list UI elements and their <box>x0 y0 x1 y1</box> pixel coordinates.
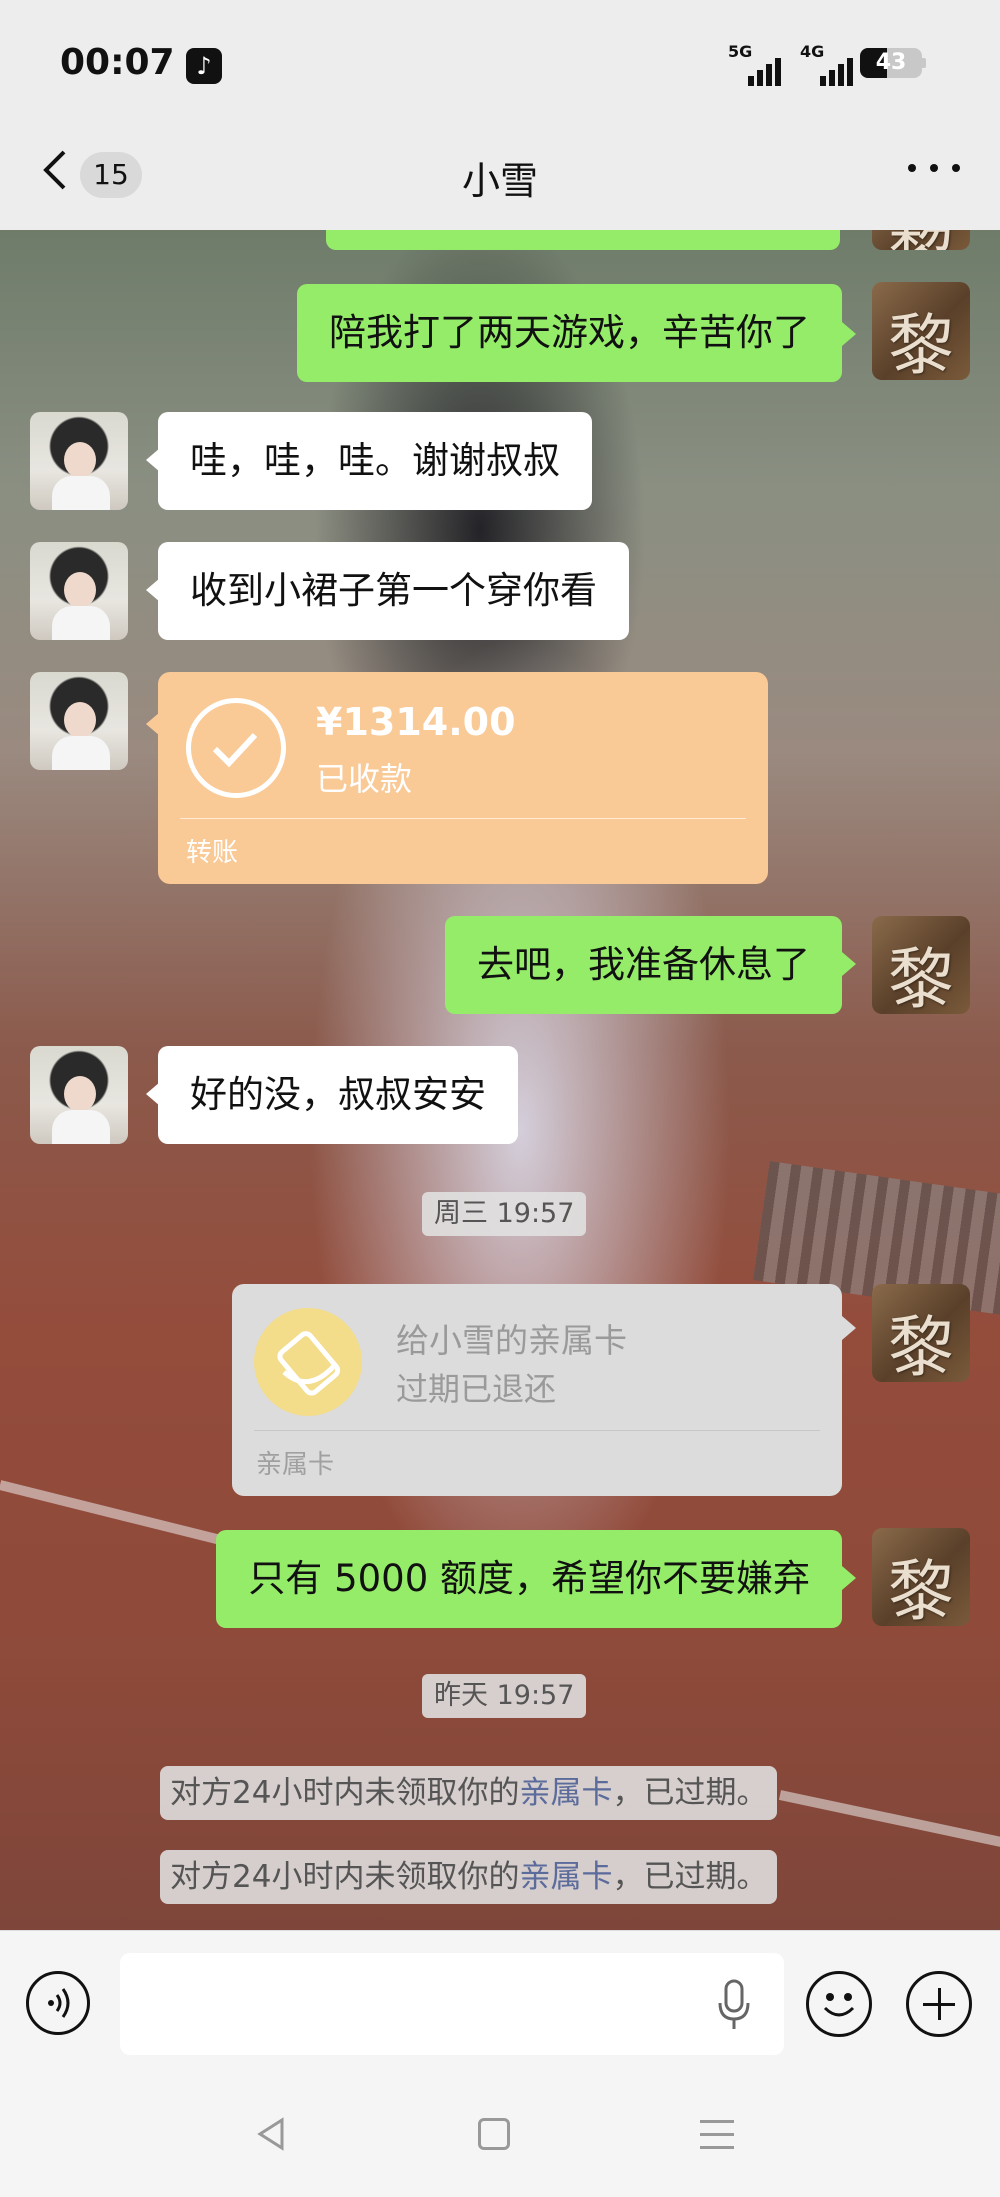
transfer-label: 转账 <box>186 838 239 868</box>
status-bar: 00:07 ♪ 5G 4G 43 <box>0 0 1000 120</box>
bubble-tail <box>842 1566 856 1590</box>
nav-back-icon[interactable] <box>254 2116 290 2152</box>
avatar-her[interactable] <box>30 672 128 770</box>
transfer-amount: ¥1314.00 <box>316 700 516 744</box>
transfer-status: 已收款 <box>316 760 413 798</box>
timestamp: 周三 19:57 <box>422 1192 587 1236</box>
family-card[interactable]: 给小雪的亲属卡 过期已退还 亲属卡 <box>232 1284 842 1496</box>
message-bubble-her[interactable]: 好的没，叔叔安安 <box>158 1046 518 1144</box>
system-nav-bar <box>0 2080 1000 2197</box>
tiktok-icon: ♪ <box>186 48 222 84</box>
divider <box>180 818 746 819</box>
nav-home-icon[interactable] <box>478 2118 510 2150</box>
timestamp: 昨天 19:57 <box>422 1674 587 1718</box>
battery-tip <box>922 58 926 68</box>
avatar-her[interactable] <box>30 412 128 510</box>
avatar-me[interactable]: 黎 <box>872 916 970 1014</box>
status-time: 00:07 <box>60 42 175 83</box>
message-input[interactable] <box>120 1953 784 2055</box>
message-bubble-partial[interactable] <box>326 230 840 250</box>
background-track-line <box>778 1790 1000 1863</box>
transfer-card[interactable]: ¥1314.00 已收款 转账 <box>158 672 768 884</box>
family-card-link[interactable]: 亲属卡 <box>519 1859 612 1895</box>
check-icon <box>186 698 286 798</box>
message-bubble-her[interactable]: 收到小裙子第一个穿你看 <box>158 542 629 640</box>
nav-menu-icon[interactable] <box>700 2120 734 2150</box>
system-message: 对方24小时内未领取你的亲属卡，已过期。 <box>160 1766 778 1820</box>
avatar-me[interactable]: 黎 <box>872 230 970 250</box>
avatar-her[interactable] <box>30 1046 128 1144</box>
message-bubble-me[interactable]: 去吧，我准备休息了 <box>445 916 842 1014</box>
chat-header: 15 小雪 <box>0 120 1000 230</box>
avatar-me[interactable]: 黎 <box>872 1284 970 1382</box>
mic-icon[interactable] <box>716 1979 752 2031</box>
system-message: 对方24小时内未领取你的亲属卡，已过期。 <box>160 1850 778 1904</box>
plus-icon[interactable] <box>906 1971 972 2037</box>
bubble-tail <box>842 322 856 346</box>
message-bubble-me[interactable]: 只有 5000 额度，希望你不要嫌弃 <box>216 1530 842 1628</box>
message-bubble-me[interactable]: 陪我打了两天游戏，辛苦你了 <box>297 284 842 382</box>
family-card-title: 给小雪的亲属卡 <box>396 1321 627 1360</box>
avatar-her[interactable] <box>30 542 128 640</box>
family-card-label: 亲属卡 <box>256 1450 335 1480</box>
divider <box>254 1430 820 1431</box>
family-card-logo-icon <box>254 1308 362 1416</box>
emoji-icon[interactable] <box>806 1971 872 2037</box>
bubble-tail <box>842 952 856 976</box>
battery-icon: 43 <box>860 48 922 78</box>
family-card-link[interactable]: 亲属卡 <box>519 1775 612 1811</box>
chat-area[interactable]: 黎 陪我打了两天游戏，辛苦你了 黎 哇，哇，哇。谢谢叔叔 收到小裙子第一个穿你看… <box>0 230 1000 1930</box>
more-dots-icon[interactable] <box>904 160 964 180</box>
avatar-me[interactable]: 黎 <box>872 282 970 380</box>
family-card-status: 过期已退还 <box>396 1370 557 1408</box>
bubble-tail <box>842 1316 856 1340</box>
chat-title: 小雪 <box>461 159 538 203</box>
battery-level: 43 <box>875 50 907 75</box>
voice-mode-icon[interactable] <box>26 1971 90 2035</box>
message-bubble-her[interactable]: 哇，哇，哇。谢谢叔叔 <box>158 412 592 510</box>
input-bar <box>0 1930 1000 2081</box>
avatar-me[interactable]: 黎 <box>872 1528 970 1626</box>
